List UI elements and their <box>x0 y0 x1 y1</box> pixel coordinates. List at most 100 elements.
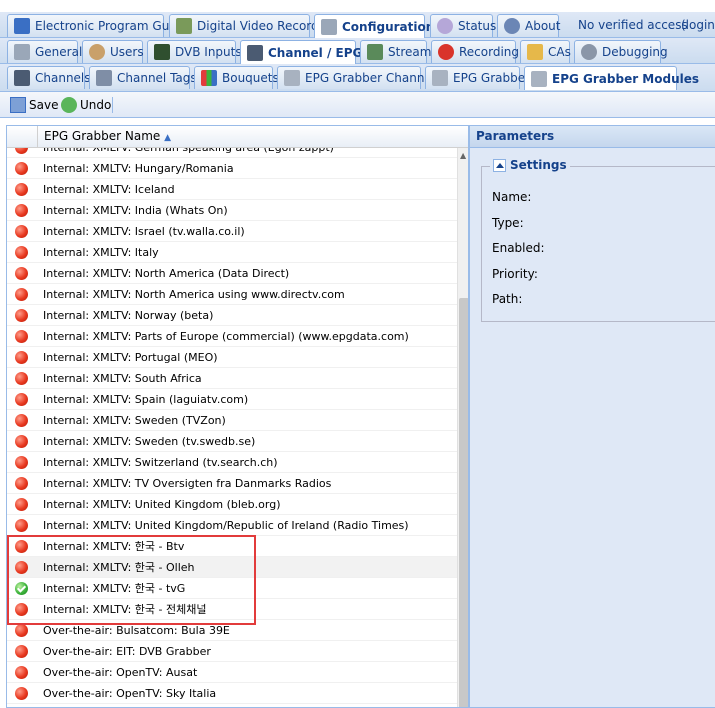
disabled-status-icon <box>15 162 28 175</box>
field-type-label: Type: <box>492 216 524 230</box>
config-tab-bar: General Users DVB Inputs Channel / EPG S… <box>0 38 715 64</box>
tab-channel-tags[interactable]: Channel Tags <box>89 66 197 89</box>
table-row[interactable]: Internal: XMLTV: 한국 - Olleh <box>7 557 457 578</box>
disabled-status-icon <box>15 204 28 217</box>
table-row[interactable]: Over-the-air: OpenTV: Sky Italia <box>7 683 457 704</box>
row-name: Internal: XMLTV: Iceland <box>43 183 175 196</box>
table-row[interactable]: Internal: XMLTV: 한국 - tvG <box>7 578 457 599</box>
tag-icon <box>96 70 112 86</box>
disabled-status-icon <box>15 435 28 448</box>
wrench-icon <box>14 44 30 60</box>
row-name: Internal: XMLTV: 한국 - 전체채널 <box>43 603 207 616</box>
disabled-status-icon <box>15 351 28 364</box>
table-row[interactable]: Internal: XMLTV: Sweden (tv.swedb.se) <box>7 431 457 452</box>
tab-about[interactable]: About <box>497 14 560 37</box>
table-row[interactable]: Internal: XMLTV: United Kingdom (bleb.or… <box>7 494 457 515</box>
tab-recording[interactable]: Recording <box>431 40 519 63</box>
table-row[interactable]: Internal: XMLTV: Norway (beta) <box>7 305 457 326</box>
table-row[interactable]: Over-the-air: Bulsatcom: Bula 39E <box>7 620 457 641</box>
table-row[interactable]: Over-the-air: OpenTV: Ausat <box>7 662 457 683</box>
tab-bouquets[interactable]: Bouquets <box>194 66 279 89</box>
row-name: Internal: XMLTV: North America using www… <box>43 288 345 301</box>
gears-icon <box>581 44 597 60</box>
row-name: Over-the-air: OpenTV: Sky Italia <box>43 687 217 700</box>
tab-dvr[interactable]: Digital Video Recorder <box>169 14 331 37</box>
download-icon <box>176 18 192 34</box>
eye-icon <box>437 18 453 34</box>
table-row[interactable]: Internal: XMLTV: Israel (tv.walla.co.il) <box>7 221 457 242</box>
row-name: Internal: XMLTV: Sweden (tv.swedb.se) <box>43 435 256 448</box>
row-name: Internal: XMLTV: German speaking area (E… <box>43 148 334 158</box>
save-icon <box>10 97 26 113</box>
access-status: No verified access <box>578 18 688 32</box>
tv-icon <box>247 44 263 61</box>
tab-stream[interactable]: Stream <box>360 40 431 63</box>
tab-epg[interactable]: Electronic Program Guide <box>7 14 188 37</box>
table-row[interactable]: Internal: XMLTV: Switzerland (tv.search.… <box>7 452 457 473</box>
table-row[interactable]: Internal: XMLTV: United Kingdom/Republic… <box>7 515 457 536</box>
table-row[interactable]: Internal: XMLTV: Iceland <box>7 179 457 200</box>
login-link[interactable]: (login) <box>681 18 715 32</box>
disabled-status-icon <box>15 666 28 679</box>
stream-icon <box>367 44 383 60</box>
table-row[interactable]: Internal: XMLTV: Sweden (TVZon) <box>7 410 457 431</box>
disabled-status-icon <box>15 246 28 259</box>
table-row[interactable]: Internal: XMLTV: Hungary/Romania <box>7 158 457 179</box>
table-row[interactable]: Over-the-air: EIT: DVB Grabber <box>7 641 457 662</box>
table-row[interactable]: Internal: XMLTV: Spain (laguiatv.com) <box>7 389 457 410</box>
tab-configuration[interactable]: Configuration <box>314 14 434 38</box>
grabber-icon <box>432 70 448 86</box>
tab-epg-grabber[interactable]: EPG Grabber <box>425 66 530 89</box>
disabled-status-icon <box>15 540 28 553</box>
panel-title: Parameters <box>470 126 715 148</box>
table-row[interactable]: Internal: XMLTV: Parts of Europe (commer… <box>7 326 457 347</box>
row-name: Internal: XMLTV: Hungary/Romania <box>43 162 234 175</box>
row-name: Internal: XMLTV: North America (Data Dir… <box>43 267 290 280</box>
table-row[interactable]: Internal: XMLTV: North America using www… <box>7 284 457 305</box>
tab-dvb-inputs[interactable]: DVB Inputs <box>147 40 242 63</box>
table-row[interactable]: Internal: XMLTV: 한국 - 전체채널 <box>7 599 457 620</box>
row-name: Internal: XMLTV: Portugal (MEO) <box>43 351 218 364</box>
row-name: Internal: XMLTV: 한국 - tvG <box>43 582 186 595</box>
undo-button[interactable]: Undo <box>61 97 111 113</box>
tab-debugging[interactable]: Debugging <box>574 40 668 63</box>
row-name: Over-the-air: EIT: DVB Grabber <box>43 645 211 658</box>
tab-general[interactable]: General <box>7 40 82 63</box>
tab-epg-grabber-modules[interactable]: EPG Grabber Modules <box>524 66 699 90</box>
scroll-thumb[interactable] <box>459 298 468 707</box>
tab-channel-epg[interactable]: Channel / EPG <box>240 40 362 64</box>
rec-icon <box>438 44 454 60</box>
table-row[interactable]: Internal: XMLTV: South Africa <box>7 368 457 389</box>
disabled-status-icon <box>15 603 28 616</box>
disabled-status-icon <box>15 477 28 490</box>
scroll-up-icon[interactable]: ▲ <box>460 151 466 160</box>
field-enabled-label: Enabled: <box>492 241 545 255</box>
tab-status[interactable]: Status <box>430 14 496 37</box>
table-row[interactable]: Internal: XMLTV: North America (Data Dir… <box>7 263 457 284</box>
users-icon <box>89 44 105 60</box>
disabled-status-icon <box>15 309 28 322</box>
disabled-status-icon <box>15 645 28 658</box>
disabled-status-icon <box>15 687 28 700</box>
tv-icon <box>14 70 30 86</box>
parameters-panel: Parameters Settings Name: Type: Enabled:… <box>469 125 715 708</box>
disabled-status-icon <box>15 456 28 469</box>
table-row[interactable]: Internal: XMLTV: TV Oversigten fra Danma… <box>7 473 457 494</box>
tab-epg-grabber-channels[interactable]: EPG Grabber Channels <box>277 66 441 89</box>
tab-channels[interactable]: Channels <box>7 66 91 89</box>
table-row[interactable]: Internal: XMLTV: German speaking area (E… <box>7 148 457 158</box>
undo-icon <box>61 97 77 113</box>
grid-header: EPG Grabber Name ▲ <box>7 126 468 148</box>
tab-users[interactable]: Users <box>82 40 144 63</box>
save-button[interactable]: Save <box>10 97 58 113</box>
grid-scrollbar[interactable]: ▲ <box>457 148 468 707</box>
disabled-status-icon <box>15 288 28 301</box>
table-row[interactable]: Internal: XMLTV: India (Whats On) <box>7 200 457 221</box>
table-row[interactable]: Internal: XMLTV: 한국 - Btv <box>7 536 457 557</box>
table-row[interactable]: Internal: XMLTV: Italy <box>7 242 457 263</box>
table-row[interactable]: Internal: XMLTV: Portugal (MEO) <box>7 347 457 368</box>
settings-legend[interactable]: Settings <box>490 158 570 172</box>
collapse-icon[interactable] <box>493 158 506 172</box>
tab-cas[interactable]: CAs <box>520 40 571 63</box>
column-header-name[interactable]: EPG Grabber Name ▲ <box>37 126 457 148</box>
